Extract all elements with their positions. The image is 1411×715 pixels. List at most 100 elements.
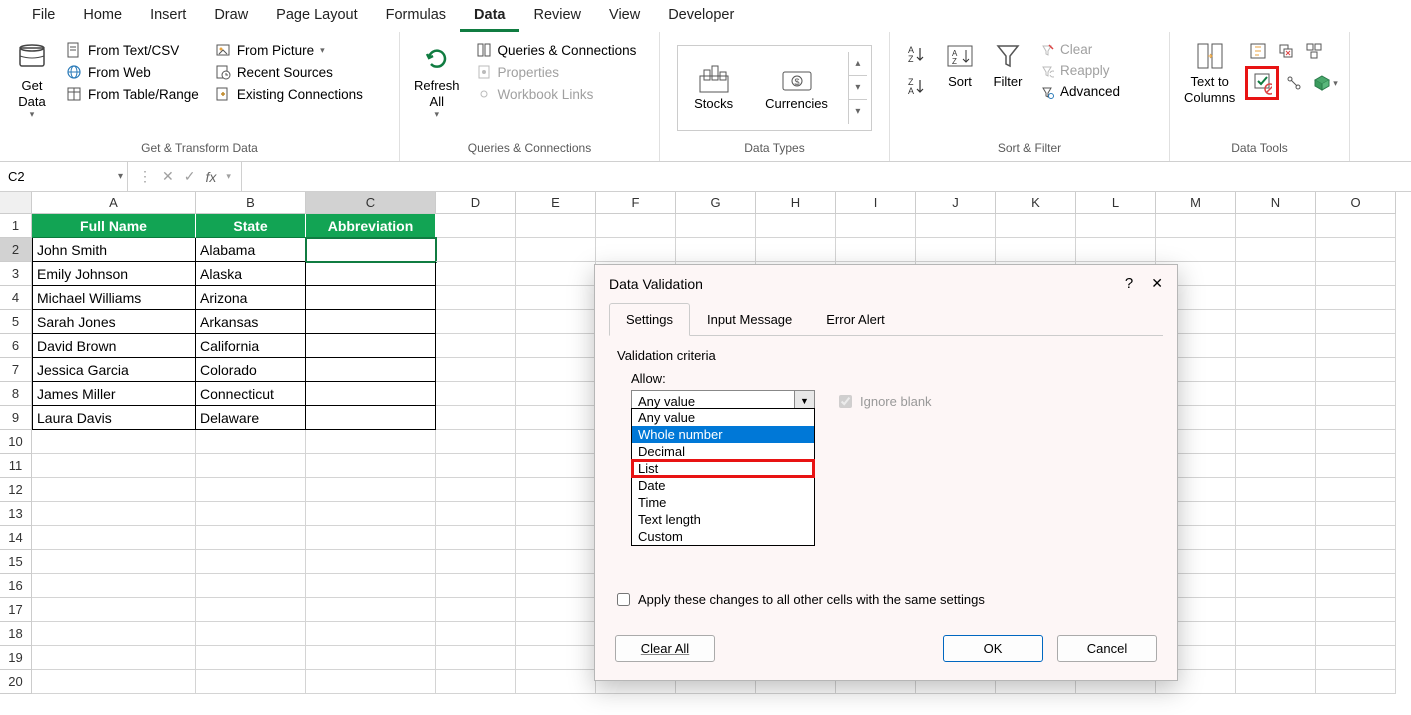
cell-E16[interactable]: [516, 574, 596, 598]
allow-option-custom[interactable]: Custom: [632, 528, 814, 545]
cell-D12[interactable]: [436, 478, 516, 502]
cell-A14[interactable]: [32, 526, 196, 550]
cell-A3[interactable]: Emily Johnson: [32, 262, 196, 286]
from-picture-button[interactable]: From Picture ▾: [209, 40, 369, 60]
row-header-2[interactable]: 2: [0, 238, 32, 262]
cell-O16[interactable]: [1316, 574, 1396, 598]
cell-O7[interactable]: [1316, 358, 1396, 382]
ribbon-tab-formulas[interactable]: Formulas: [372, 1, 460, 32]
from-table-range-button[interactable]: From Table/Range: [60, 84, 205, 104]
row-header-13[interactable]: 13: [0, 502, 32, 526]
row-header-16[interactable]: 16: [0, 574, 32, 598]
cell-D13[interactable]: [436, 502, 516, 526]
get-data-button[interactable]: Get Data ▾: [8, 36, 56, 124]
cell-C15[interactable]: [306, 550, 436, 574]
cell-O8[interactable]: [1316, 382, 1396, 406]
formula-input[interactable]: [242, 162, 1411, 191]
cell-C9[interactable]: [306, 406, 436, 430]
cell-N19[interactable]: [1236, 646, 1316, 670]
cell-F2[interactable]: [596, 238, 676, 262]
cell-E8[interactable]: [516, 382, 596, 406]
cell-D6[interactable]: [436, 334, 516, 358]
cell-D11[interactable]: [436, 454, 516, 478]
cell-N18[interactable]: [1236, 622, 1316, 646]
cell-E14[interactable]: [516, 526, 596, 550]
cell-E12[interactable]: [516, 478, 596, 502]
cell-E5[interactable]: [516, 310, 596, 334]
cell-D16[interactable]: [436, 574, 516, 598]
cell-C4[interactable]: [306, 286, 436, 310]
dialog-tab-error-alert[interactable]: Error Alert: [809, 303, 902, 336]
cell-E3[interactable]: [516, 262, 596, 286]
cell-C10[interactable]: [306, 430, 436, 454]
cell-N7[interactable]: [1236, 358, 1316, 382]
column-header-L[interactable]: L: [1076, 192, 1156, 214]
cell-C6[interactable]: [306, 334, 436, 358]
cell-D18[interactable]: [436, 622, 516, 646]
cell-A2[interactable]: John Smith: [32, 238, 196, 262]
cell-O1[interactable]: [1316, 214, 1396, 238]
cell-D9[interactable]: [436, 406, 516, 430]
cell-A9[interactable]: Laura Davis: [32, 406, 196, 430]
cell-C7[interactable]: [306, 358, 436, 382]
cell-D17[interactable]: [436, 598, 516, 622]
cell-A19[interactable]: [32, 646, 196, 670]
row-header-1[interactable]: 1: [0, 214, 32, 238]
cell-B8[interactable]: Connecticut: [196, 382, 306, 406]
column-header-I[interactable]: I: [836, 192, 916, 214]
cell-C2[interactable]: [306, 238, 436, 262]
cell-M1[interactable]: [1156, 214, 1236, 238]
row-header-15[interactable]: 15: [0, 550, 32, 574]
cell-O12[interactable]: [1316, 478, 1396, 502]
cell-D7[interactable]: [436, 358, 516, 382]
cell-E11[interactable]: [516, 454, 596, 478]
row-header-19[interactable]: 19: [0, 646, 32, 670]
cell-B16[interactable]: [196, 574, 306, 598]
cell-A1[interactable]: Full Name: [32, 214, 196, 238]
allow-option-time[interactable]: Time: [632, 494, 814, 511]
ribbon-tab-view[interactable]: View: [595, 1, 654, 32]
column-header-K[interactable]: K: [996, 192, 1076, 214]
cell-O9[interactable]: [1316, 406, 1396, 430]
cell-M2[interactable]: [1156, 238, 1236, 262]
row-header-17[interactable]: 17: [0, 598, 32, 622]
currencies-data-type[interactable]: $ Currencies: [753, 60, 840, 115]
fx-icon[interactable]: fx: [201, 167, 220, 187]
advanced-filter-button[interactable]: Advanced: [1034, 82, 1126, 101]
allow-option-any-value[interactable]: Any value: [632, 409, 814, 426]
cell-N17[interactable]: [1236, 598, 1316, 622]
cell-N5[interactable]: [1236, 310, 1316, 334]
cell-N2[interactable]: [1236, 238, 1316, 262]
cell-O13[interactable]: [1316, 502, 1396, 526]
cell-O5[interactable]: [1316, 310, 1396, 334]
cell-E6[interactable]: [516, 334, 596, 358]
cell-A17[interactable]: [32, 598, 196, 622]
apply-all-checkbox[interactable]: [617, 593, 630, 606]
flash-fill-icon[interactable]: [1245, 38, 1271, 64]
stocks-data-type[interactable]: Stocks: [682, 60, 745, 115]
allow-option-list[interactable]: List: [632, 460, 814, 477]
clear-all-button[interactable]: Clear All: [615, 635, 715, 662]
cell-B3[interactable]: Alaska: [196, 262, 306, 286]
cell-D10[interactable]: [436, 430, 516, 454]
column-header-J[interactable]: J: [916, 192, 996, 214]
cell-A13[interactable]: [32, 502, 196, 526]
cell-C1[interactable]: Abbreviation: [306, 214, 436, 238]
cell-C5[interactable]: [306, 310, 436, 334]
cell-O19[interactable]: [1316, 646, 1396, 670]
cell-F1[interactable]: [596, 214, 676, 238]
consolidate-icon[interactable]: [1301, 38, 1327, 64]
cell-A4[interactable]: Michael Williams: [32, 286, 196, 310]
cell-B10[interactable]: [196, 430, 306, 454]
cell-H2[interactable]: [756, 238, 836, 262]
cell-N6[interactable]: [1236, 334, 1316, 358]
cell-E18[interactable]: [516, 622, 596, 646]
from-web-button[interactable]: From Web: [60, 62, 205, 82]
cell-B17[interactable]: [196, 598, 306, 622]
cell-O14[interactable]: [1316, 526, 1396, 550]
cell-K2[interactable]: [996, 238, 1076, 262]
cell-O4[interactable]: [1316, 286, 1396, 310]
cell-O3[interactable]: [1316, 262, 1396, 286]
cell-C17[interactable]: [306, 598, 436, 622]
cell-E20[interactable]: [516, 670, 596, 694]
